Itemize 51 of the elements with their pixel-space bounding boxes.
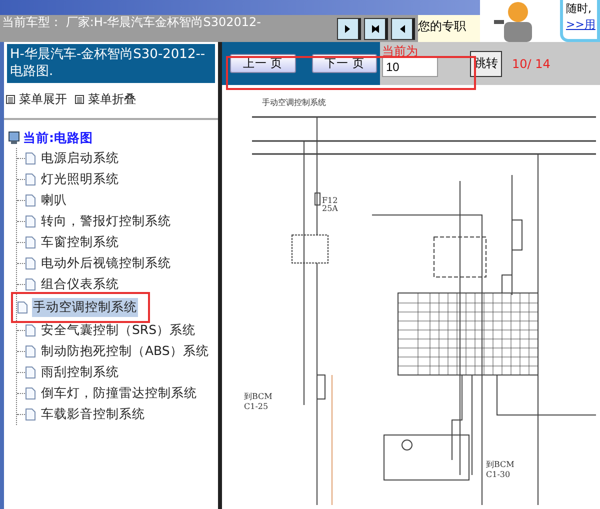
menu-icon bbox=[75, 95, 84, 104]
diagram-title: 手动空调控制系统 bbox=[262, 98, 326, 107]
document-icon bbox=[25, 387, 36, 400]
document-icon bbox=[25, 173, 36, 186]
document-icon bbox=[25, 345, 36, 358]
document-icon bbox=[25, 366, 36, 379]
document-icon bbox=[25, 236, 36, 249]
tree-item[interactable]: 雨刮控制系统 bbox=[40, 363, 120, 382]
diagram-label: 25A bbox=[322, 204, 338, 213]
promo-link[interactable]: >>用 bbox=[566, 17, 594, 33]
computer-icon bbox=[8, 131, 20, 145]
diagram-label: C1-25 bbox=[244, 402, 268, 411]
diagram-label: F12 bbox=[322, 196, 338, 205]
car-model-text: 当前车型： 厂家:H-华晨汽车金杯智尚S302012- bbox=[1, 15, 262, 31]
tree-item[interactable]: 车载影音控制系统 bbox=[40, 405, 146, 424]
document-icon bbox=[25, 408, 36, 421]
layout-toggle-button[interactable] bbox=[364, 18, 388, 40]
menu-icon bbox=[6, 95, 15, 104]
promo-text: 随时, bbox=[566, 1, 592, 17]
document-icon bbox=[17, 301, 28, 314]
tree-root-label[interactable]: 当前:电路图 bbox=[23, 130, 93, 146]
page-input[interactable]: 10 bbox=[382, 56, 438, 76]
current-page-label: 当前为 bbox=[382, 44, 419, 56]
menu-toggle-link[interactable]: 菜单展开 bbox=[19, 91, 67, 108]
tree-item[interactable]: 灯光照明系统 bbox=[40, 170, 120, 189]
diagram-label: 到BCM bbox=[244, 392, 272, 401]
tree-item[interactable]: 倒车灯，防撞雷达控制系统 bbox=[40, 384, 198, 403]
arrow-icon bbox=[369, 24, 381, 34]
layout-toggle-button[interactable] bbox=[337, 18, 361, 40]
sidebar-title: H-华晨汽车-金杯智尚S30-2012-- 电路图. bbox=[7, 44, 215, 83]
notice-text: 您的专职 bbox=[418, 15, 480, 42]
tree-item[interactable]: 组合仪表系统 bbox=[40, 275, 120, 294]
tree-item[interactable]: 车窗控制系统 bbox=[40, 233, 120, 252]
tree-item[interactable]: 转向，警报灯控制系统 bbox=[40, 212, 172, 231]
tree-item[interactable]: 喇叭 bbox=[40, 191, 68, 210]
document-icon bbox=[25, 152, 36, 165]
diagram-label: C1-30 bbox=[486, 470, 510, 479]
tree-item[interactable]: 制动防抱死控制（ABS）系统 bbox=[40, 342, 210, 361]
document-icon bbox=[25, 194, 36, 207]
document-icon bbox=[25, 215, 36, 228]
menu-toggle-link[interactable]: 菜单折叠 bbox=[88, 91, 136, 108]
tree-item[interactable]: 安全气囊控制（SRS）系统 bbox=[40, 321, 197, 340]
layout-toggle-button[interactable] bbox=[391, 18, 415, 40]
tree-item[interactable]: 手动空调控制系统 bbox=[32, 298, 138, 317]
tree-item[interactable]: 电动外后视镜控制系统 bbox=[40, 254, 172, 273]
document-icon bbox=[25, 324, 36, 337]
page-count: 10/ 14 bbox=[512, 56, 550, 70]
tree-item[interactable]: 电源启动系统 bbox=[40, 149, 120, 168]
diagram-label: 到BCM bbox=[486, 460, 514, 469]
document-icon bbox=[25, 257, 36, 270]
document-icon bbox=[25, 278, 36, 291]
